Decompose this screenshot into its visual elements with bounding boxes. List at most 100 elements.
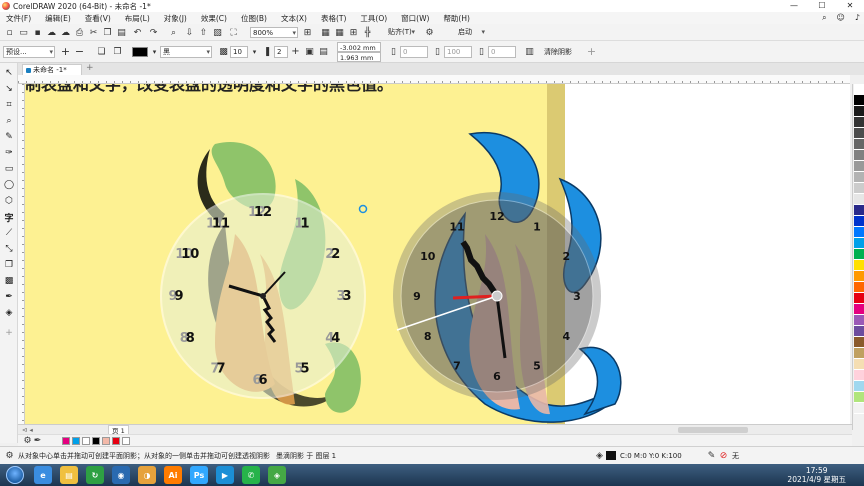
palette-swatch[interactable] <box>854 183 864 194</box>
launch-dropdown[interactable]: 启动 <box>446 27 486 37</box>
minimize-button[interactable]: — <box>780 0 808 12</box>
export-icon[interactable]: ⇧ <box>198 27 209 38</box>
interactive-fill-icon[interactable]: ◈ <box>3 307 15 319</box>
palette-swatch[interactable] <box>854 249 864 260</box>
menu-view[interactable]: 查看(V) <box>85 13 111 24</box>
flat-shadow-icon[interactable]: ❏ <box>96 46 107 57</box>
document-tab[interactable]: 未命名 -1* <box>22 64 82 75</box>
preset-select[interactable]: 预设... <box>3 46 55 58</box>
copy-icon[interactable]: ❐ <box>102 27 113 38</box>
maximize-button[interactable]: ☐ <box>808 0 836 12</box>
crop-tool-icon[interactable]: ⌗ <box>3 99 15 111</box>
palette-swatch[interactable] <box>854 282 864 293</box>
menu-effects[interactable]: 效果(C) <box>201 13 227 24</box>
taskbar-app-explorer-icon[interactable]: ▤ <box>60 466 78 484</box>
open-folder-icon[interactable]: ▭ <box>18 27 29 38</box>
drop-shadow-tool-icon[interactable]: ❐ <box>3 259 15 271</box>
color-dropdown-icon[interactable]: ▾ <box>149 46 160 57</box>
document-palette-swatch[interactable] <box>122 437 130 445</box>
stretch-input[interactable]: 100 <box>444 46 472 58</box>
add-preset-icon[interactable]: + <box>60 45 71 58</box>
menu-edit[interactable]: 编辑(E) <box>45 13 71 24</box>
offset-x-input[interactable]: -3.002 mm <box>337 42 381 52</box>
shadow-color-select[interactable]: 黑 <box>160 46 212 58</box>
document-palette-swatch[interactable] <box>112 437 120 445</box>
palette-swatch[interactable] <box>854 304 864 315</box>
account-icon[interactable]: ☺ <box>837 12 845 24</box>
document-palette-swatch[interactable] <box>92 437 100 445</box>
redo-icon[interactable]: ↷ <box>148 27 159 38</box>
system-clock[interactable]: 17:59 2021/4/9 星期五 <box>787 466 846 484</box>
text-tool-icon[interactable]: 字 <box>3 211 15 224</box>
rulers-icon[interactable]: ▦ <box>334 27 345 38</box>
palette-swatch[interactable] <box>854 348 864 359</box>
palette-swatch[interactable] <box>854 337 864 348</box>
palette-swatch[interactable] <box>854 381 864 392</box>
menu-layout[interactable]: 布局(L) <box>125 13 150 24</box>
menu-window[interactable]: 窗口(W) <box>401 13 429 24</box>
close-button[interactable]: ✕ <box>836 0 864 12</box>
document-palette-swatch[interactable] <box>82 437 90 445</box>
taskbar-app-chrome-like-icon[interactable]: ◉ <box>112 466 130 484</box>
palette-swatch[interactable] <box>854 161 864 172</box>
palette-swatch[interactable] <box>854 260 864 271</box>
palette-swatch[interactable] <box>854 117 864 128</box>
shadow-color-swatch[interactable] <box>132 47 148 57</box>
dimension-tool-icon[interactable]: ⟋ <box>3 227 15 239</box>
palette-swatch[interactable] <box>854 271 864 282</box>
palette-swatch[interactable] <box>854 227 864 238</box>
print-icon[interactable]: ⎙ <box>74 27 85 38</box>
options-gear-icon[interactable]: ⚙ <box>424 27 435 38</box>
document-palette-swatch[interactable] <box>102 437 110 445</box>
feather-direction-icon[interactable]: ▣ <box>304 46 315 57</box>
palette-swatch[interactable] <box>854 172 864 183</box>
zoom-fit-icon[interactable]: ⊞ <box>302 27 313 38</box>
doc-palette-eyedropper-icon[interactable]: ✒ <box>32 435 43 446</box>
cloud-icon[interactable]: ☁ <box>46 27 57 38</box>
add-toolbar-icon[interactable]: + <box>586 45 597 58</box>
palette-swatch[interactable] <box>854 205 864 216</box>
start-button[interactable] <box>6 466 24 484</box>
taskbar-app-chat-icon[interactable]: ✆ <box>242 466 260 484</box>
add-tab-icon[interactable]: + <box>86 63 94 73</box>
palette-swatch[interactable] <box>854 403 864 414</box>
palette-swatch[interactable] <box>854 150 864 161</box>
undo-icon[interactable]: ↶ <box>132 27 143 38</box>
document-palette-swatch[interactable] <box>62 437 70 445</box>
document-palette-swatch[interactable] <box>72 437 80 445</box>
fullscreen-icon[interactable]: ⛶ <box>228 27 239 38</box>
snap-to-dropdown[interactable]: 贴齐(T) <box>378 27 416 37</box>
eyedropper-tool-icon[interactable]: ✒ <box>3 291 15 303</box>
artistic-media-icon[interactable]: ✑ <box>3 147 15 159</box>
taskbar-app-green-icon[interactable]: ↻ <box>86 466 104 484</box>
feather-increase-icon[interactable]: + <box>290 46 301 57</box>
palette-swatch[interactable] <box>854 95 864 106</box>
palette-swatch[interactable] <box>854 293 864 304</box>
save-icon[interactable]: ▪ <box>32 27 43 38</box>
feather-edge-icon[interactable]: ▤ <box>318 46 329 57</box>
new-document-icon[interactable]: ▫ <box>4 27 15 38</box>
palette-swatch[interactable] <box>854 359 864 370</box>
taskbar-app-ie-icon[interactable]: e <box>34 466 52 484</box>
palette-swatch[interactable] <box>854 370 864 381</box>
palette-swatch[interactable] <box>854 238 864 249</box>
taskbar-app-media-icon[interactable]: ◑ <box>138 466 156 484</box>
polygon-tool-icon[interactable]: ⬡ <box>3 195 15 207</box>
taskbar-app-ai-icon[interactable]: Ai <box>164 466 182 484</box>
paste-icon[interactable]: ▤ <box>116 27 127 38</box>
taskbar-app-video-icon[interactable]: ▶ <box>216 466 234 484</box>
zoom-level-select[interactable]: 800% <box>250 27 298 38</box>
drawing-canvas[interactable]: 制表盘和文字，改变表盘的透明度和文字的黑色值。 12 12 1 1 2 2 3 3 4 4 5 5 6 6… <box>25 84 850 424</box>
import-icon[interactable]: ⇩ <box>184 27 195 38</box>
taskbar-app-corel-icon[interactable]: ◈ <box>268 466 286 484</box>
remove-preset-icon[interactable]: − <box>74 45 85 58</box>
palette-swatch[interactable] <box>854 315 864 326</box>
offset-y-input[interactable]: 1.963 mm <box>337 52 381 62</box>
palette-swatch[interactable] <box>854 194 864 205</box>
view-mode-icon[interactable]: ▦ <box>320 27 331 38</box>
opacity-dropdown-icon[interactable]: ▾ <box>249 46 260 57</box>
vertical-ruler[interactable] <box>18 84 25 424</box>
copy-shadow-icon[interactable]: ▥ <box>524 46 535 57</box>
freehand-tool-icon[interactable]: ✎ <box>3 131 15 143</box>
bell-icon[interactable]: ♪ <box>855 12 860 24</box>
